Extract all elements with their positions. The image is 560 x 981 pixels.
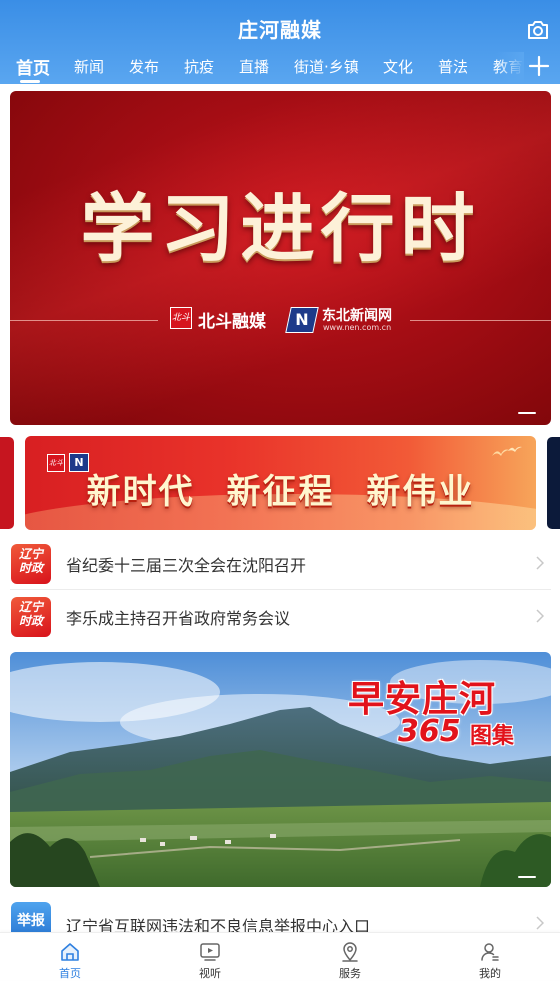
nav-service-label: 服务 [339, 967, 361, 980]
news-title: 省纪委十三届三次全会在沈阳召开 [66, 556, 307, 575]
slogan-text: 新时代 新征程 新伟业 [86, 472, 475, 512]
nen-logo-mark: N [295, 310, 309, 329]
bottom-navigation: 首页 视听 服务 我的 [0, 932, 560, 980]
beidou-logo-text: 北斗融媒 [198, 312, 266, 332]
channel-tabs: 首页 新闻 发布 抗疫 直播 街道·乡镇 文化 普法 教育 [0, 52, 524, 82]
nav-media[interactable]: 视听 [140, 933, 280, 981]
nav-profile[interactable]: 我的 [420, 933, 560, 981]
nen-logo-icon: N [285, 307, 319, 333]
tab-culture[interactable]: 文化 [383, 56, 413, 77]
news-item[interactable]: 辽宁 时政 李乐成主持召开省政府常务会议 [0, 590, 560, 642]
news-title: 李乐成主持召开省政府常务会议 [66, 609, 291, 628]
slogan-banner[interactable]: 北斗 N 新时代 新征程 新伟业 [25, 436, 536, 530]
badge-text: 辽宁 时政 [18, 600, 43, 628]
tab-law[interactable]: 普法 [438, 56, 468, 77]
tab-release[interactable]: 发布 [129, 56, 159, 77]
nav-media-label: 视听 [199, 967, 221, 980]
tab-home[interactable]: 首页 [16, 54, 50, 79]
tab-news[interactable]: 新闻 [74, 56, 104, 77]
hero-divider-left [10, 320, 158, 321]
news-item[interactable]: 辽宁 时政 省纪委十三届三次全会在沈阳召开 [0, 537, 560, 589]
chevron-right-icon [536, 609, 544, 623]
report-badge-text: 举报 [17, 913, 45, 929]
user-icon [481, 943, 499, 961]
app-header: 庄河融媒 首页 新闻 发布 抗疫 直播 街道·乡镇 文化 普法 教育 [0, 0, 560, 84]
photo-caption-suffix: 图集 [470, 724, 515, 749]
nen-logo-text: 东北新闻网 [322, 308, 392, 324]
badge-text: 辽宁 时政 [18, 547, 43, 575]
hero-banner[interactable]: 学习进行时 北斗 北斗融媒 N 东北新闻网 www.nen.com.cn [10, 91, 551, 425]
nav-service[interactable]: 服务 [280, 933, 420, 981]
active-tab-indicator [20, 80, 40, 83]
liaoning-politics-badge: 辽宁 时政 [11, 597, 51, 637]
morning-zhuanghe-photo[interactable]: 早安庄河 365 图集 [10, 652, 551, 887]
home-icon [61, 943, 79, 961]
carousel-indicator [518, 412, 536, 414]
hero-title: 学习进行时 [80, 186, 481, 272]
location-icon [342, 942, 358, 962]
tabs-fade [496, 52, 524, 82]
tab-towns[interactable]: 街道·乡镇 [294, 56, 359, 77]
birds-icon [492, 446, 522, 456]
chevron-right-icon [536, 556, 544, 570]
report-badge[interactable]: 举报 [11, 902, 51, 932]
camera-icon[interactable] [526, 18, 550, 42]
add-channel-icon[interactable] [528, 55, 550, 77]
chevron-right-icon [536, 916, 544, 930]
tab-epidemic[interactable]: 抗疫 [184, 56, 214, 77]
photo-carousel-indicator [518, 876, 536, 878]
video-icon [200, 943, 220, 961]
tab-live[interactable]: 直播 [239, 56, 269, 77]
banner-prev-peek[interactable] [0, 437, 14, 529]
nav-home[interactable]: 首页 [0, 933, 140, 981]
liaoning-politics-badge: 辽宁 时政 [11, 544, 51, 584]
hero-divider-right [410, 320, 551, 321]
nav-home-label: 首页 [59, 967, 81, 980]
banner-next-peek[interactable] [547, 437, 560, 529]
nav-profile-label: 我的 [479, 967, 501, 980]
beidou-logo-badge: 北斗 [170, 307, 192, 329]
photo-caption-number: 365 [398, 714, 461, 749]
nen-logo-url: www.nen.com.cn [323, 323, 392, 332]
app-title: 庄河融媒 [238, 18, 322, 42]
